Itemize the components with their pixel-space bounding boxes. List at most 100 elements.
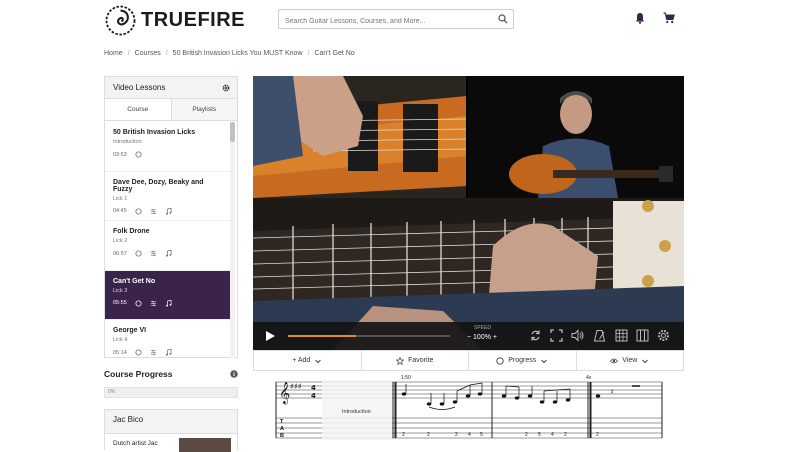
status-circle-icon[interactable] [135, 151, 142, 158]
play-icon[interactable] [264, 330, 276, 342]
cart-icon[interactable] [663, 12, 675, 24]
volume-icon[interactable] [571, 329, 584, 342]
status-circle-icon[interactable] [135, 299, 142, 307]
speed-label: SPEED [474, 325, 491, 331]
list-item[interactable]: 50 British Invasion Licks Introduction 0… [105, 122, 231, 172]
breadcrumb-home[interactable]: Home [104, 50, 123, 57]
tab-number: 5 [538, 432, 541, 438]
lesson-duration: 04:45 [113, 208, 127, 214]
lesson-title: Dave Dee, Dozy, Beaky and Fuzzy [113, 178, 204, 193]
panel-title: Video Lessons [113, 83, 166, 92]
lesson-title: Can't Get No [113, 277, 156, 285]
star-icon [396, 356, 405, 365]
tab-number: 2 [525, 432, 528, 438]
tab-number: 2 [427, 432, 430, 438]
seek-bar[interactable] [288, 335, 450, 337]
gear-icon[interactable] [222, 84, 230, 92]
tab-number: 2 [402, 432, 405, 438]
progress-button[interactable]: Progress [469, 351, 577, 370]
treble-clef: 𝄞 [279, 382, 290, 405]
info-icon[interactable] [230, 370, 238, 378]
tab-icon[interactable] [150, 208, 157, 215]
status-circle-icon[interactable] [135, 250, 142, 257]
music-note-icon[interactable] [165, 207, 172, 215]
speed-control[interactable]: − 100% + [467, 334, 497, 341]
lesson-subtitle: Lick 2 [113, 238, 128, 244]
lesson-action-bar: + Add Favorite Progress View [253, 350, 684, 371]
panel-header: Video Lessons [105, 77, 237, 99]
eye-icon [610, 358, 619, 363]
tab-icon[interactable] [150, 250, 157, 257]
course-progress-value: 0% [108, 389, 116, 395]
tab-clef: B [280, 433, 284, 439]
lesson-meta: 05:55 [113, 299, 223, 307]
breadcrumb-courses[interactable]: Courses [135, 50, 161, 57]
lesson-duration: 05:55 [113, 300, 127, 306]
instructor-name[interactable]: Jac Bico [113, 415, 143, 424]
lesson-meta: 06:57 [113, 250, 223, 257]
video-frame [253, 76, 684, 350]
lesson-title: Folk Drone [113, 228, 150, 235]
add-button[interactable]: + Add [254, 351, 362, 370]
music-note-icon[interactable] [165, 299, 172, 307]
view-button[interactable]: View [577, 351, 684, 370]
tempo-marker: 1:50 [401, 375, 411, 381]
tab-icon[interactable] [150, 349, 157, 356]
settings-gear-icon[interactable] [657, 329, 670, 342]
instructor-card: Jac Bico Dutch artist Jac [104, 409, 238, 452]
bell-icon[interactable] [634, 12, 646, 24]
video-lessons-panel: Video Lessons Course Playlists 50 Britis… [104, 76, 238, 358]
scrollbar-thumb[interactable] [230, 122, 235, 142]
keyboard-icon[interactable] [636, 329, 649, 342]
player-controls: SPEED − 100% + [253, 322, 684, 350]
view-label: View [622, 357, 638, 364]
truefire-logo[interactable]: TRUEFIRE [104, 4, 245, 37]
music-note-icon[interactable] [165, 250, 172, 257]
lesson-subtitle: Lick 3 [113, 287, 128, 294]
search-box[interactable] [278, 9, 514, 31]
status-circle-icon[interactable] [135, 207, 142, 215]
list-item[interactable]: Dave Dee, Dozy, Beaky and Fuzzy Lick 1 0… [105, 172, 231, 221]
status-circle-icon[interactable] [135, 349, 142, 356]
list-item-active[interactable]: Can't Get No Lick 3 05:55 [105, 270, 231, 320]
lesson-duration: 03:53 [113, 151, 127, 158]
tab-grid-icon[interactable] [615, 329, 628, 342]
fullscreen-icon[interactable] [550, 329, 563, 342]
lesson-tabs: Course Playlists [105, 99, 237, 121]
tab-number: 4 [468, 432, 471, 438]
metronome-icon[interactable] [593, 329, 606, 342]
chevron-down-icon [541, 359, 548, 363]
course-progress-bar: 0% [104, 387, 238, 398]
time-signature: 4 [311, 384, 316, 392]
tab-course[interactable]: Course [105, 99, 172, 120]
breadcrumb-course[interactable]: 50 British Invasion Licks You MUST Know [173, 50, 303, 57]
list-item[interactable]: George VI Lick 4 05:14 [105, 320, 231, 358]
brand-name: TRUEFIRE [141, 9, 245, 31]
lesson-subtitle: Lick 4 [113, 337, 128, 343]
search-input[interactable] [279, 12, 489, 31]
tab-icon[interactable] [150, 300, 157, 307]
lesson-title: 50 British Invasion Licks [113, 129, 196, 136]
music-note-icon[interactable] [165, 349, 172, 356]
lesson-duration: 05:14 [113, 349, 127, 356]
tab-playlists[interactable]: Playlists [171, 99, 237, 120]
favorite-label: Favorite [408, 357, 434, 364]
loop-icon[interactable] [529, 329, 542, 342]
breadcrumb: Home / Courses / 50 British Invasion Lic… [104, 50, 355, 57]
section-label: Introduction [342, 409, 371, 415]
favorite-button[interactable]: Favorite [362, 351, 469, 370]
breadcrumb-separator: / [127, 50, 130, 57]
tab-number: 5 [480, 432, 483, 438]
note-stems [405, 382, 571, 410]
swirl-logo-icon [105, 5, 136, 36]
video-player[interactable] [253, 76, 684, 350]
search-icon[interactable] [498, 14, 508, 24]
course-progress-title: Course Progress [104, 369, 173, 379]
breadcrumb-current: Can't Get No [314, 50, 355, 57]
chevron-down-icon [642, 359, 649, 363]
lesson-list-scrollbar[interactable] [230, 122, 235, 358]
lesson-meta: 05:14 [113, 349, 223, 356]
list-item[interactable]: Folk Drone Lick 2 06:57 [105, 221, 231, 271]
chevron-down-icon [315, 359, 322, 363]
time-signature: 4 [311, 392, 316, 400]
